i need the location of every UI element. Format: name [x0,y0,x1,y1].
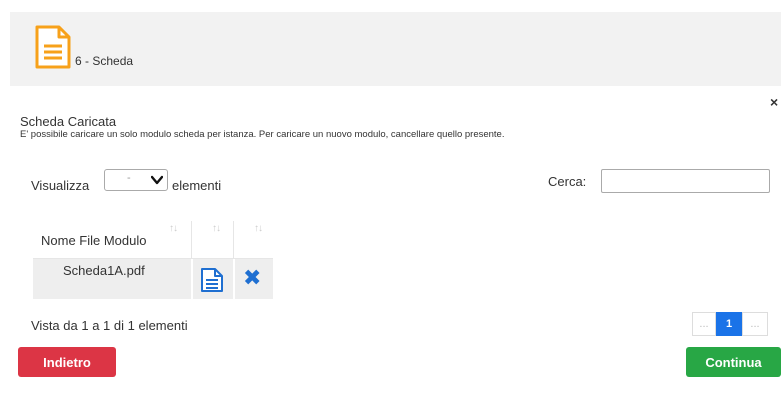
document-icon[interactable] [200,267,224,293]
sort-icon: ↑↓ [169,223,178,234]
modules-table: Nome File Modulo ↑↓ ↑↓ ↑↓ Scheda1A.pdf ✖ [33,221,273,299]
table-cell-delete: ✖ [235,259,273,299]
close-icon[interactable]: × [770,94,778,110]
continue-button[interactable]: Continua [686,347,781,377]
step-title: 6 - Scheda [75,54,134,68]
sort-icon: ↑↓ [254,223,263,234]
column-header-view[interactable]: ↑↓ [191,221,233,259]
sort-icon: ↑↓ [212,223,221,234]
column-header-file-name[interactable]: Nome File Modulo ↑↓ [33,221,191,259]
page-length-select[interactable]: - [104,169,168,191]
close-icon[interactable]: ✖ [243,265,261,291]
step-header: 6 - Scheda [10,12,781,86]
back-button[interactable]: Indietro [18,347,116,377]
section-title: Scheda Caricata [20,114,117,129]
page-length-suffix: elementi [172,178,222,193]
pagination-previous[interactable]: ... [692,312,716,336]
table-cell-file-name: Scheda1A.pdf [33,259,191,299]
pagination: ... 1 ... [692,312,770,336]
chevron-down-icon [151,175,163,185]
document-icon [35,25,71,69]
search-input[interactable] [601,169,770,193]
table-info: Vista da 1 a 1 di 1 elementi [31,318,188,333]
file-name: Scheda1A.pdf [63,263,145,278]
pagination-page-1[interactable]: 1 [716,312,742,336]
page-length-value: - [127,172,131,184]
column-header-delete[interactable]: ↑↓ [233,221,273,259]
column-header-label: Nome File Modulo [41,233,147,248]
page-length-prefix: Visualizza [31,178,90,193]
table-cell-view [193,259,233,299]
search-label: Cerca: [548,174,587,189]
pagination-next[interactable]: ... [742,312,768,336]
section-description: E' possibile caricare un solo modulo sch… [20,129,505,140]
